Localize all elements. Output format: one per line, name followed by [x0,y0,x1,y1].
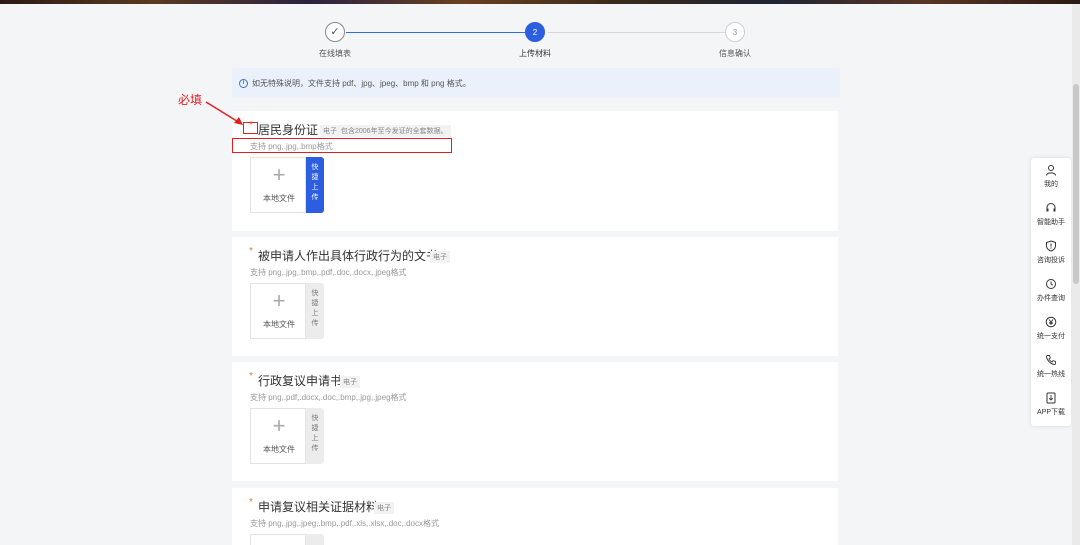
local-file-upload-button[interactable]: + 本地文件 [250,283,306,339]
step-number: 2 [525,22,545,42]
material-card-administrative-document: * 被申请人作出具体行政行为的文书 电子 支持 png,.jpg,.bmp,.p… [232,237,838,356]
right-service-sidebar: 我的 智能助手 咨询投诉 办件查询 统一支付 统一热线 APP下载 [1031,158,1071,426]
local-file-upload-button[interactable]: + 本地文件 [250,408,306,464]
headset-icon [1046,203,1056,212]
required-marker: * [249,371,253,382]
material-title: 行政复议申请书 [258,374,343,388]
scrollbar-thumb[interactable] [1073,84,1079,284]
step-confirm-info: 3 信息确认 [690,22,780,59]
format-notice: i 如无特殊说明，文件支持 pdf、jpg、jpeg、bmp 和 png 格式。 [232,68,840,98]
sidebar-label: 我的 [1044,181,1058,188]
shield-icon [1046,240,1056,252]
check-icon: ✓ [325,22,345,42]
plus-icon: + [272,413,286,438]
plus-icon: + [272,162,286,187]
sidebar-item-consult[interactable]: 咨询投诉 [1031,240,1071,265]
progress-steps: ✓ 在线填表 2 上传材料 3 信息确认 [230,20,840,65]
quick-upload-button[interactable] [306,534,324,545]
sidebar-label: 咨询投诉 [1037,257,1065,264]
step-upload-materials: 2 上传材料 [490,22,580,59]
electronic-tag: 电子 [374,502,394,514]
step-label: 信息确认 [719,49,751,58]
electronic-tag: 电子 [320,125,340,137]
electronic-tag: 电子 [430,251,450,263]
sidebar-label: 智能助手 [1037,219,1065,226]
format-hint: 支持 png,.jpg,.bmp,.pdf,.doc,.docx,.jpeg格式 [250,268,407,277]
sidebar-item-mine[interactable]: 我的 [1031,164,1071,189]
upload-label: 本地文件 [263,445,295,454]
material-card-evidence: * 申请复议相关证据材料 电子 支持 png,.jpg,.jpeg,.bmp,.… [232,488,838,545]
material-card-id-card: * 居民身份证 电子 包含2006年至今发证的全套数据。 支持 png,.jpg… [232,111,838,231]
upload-label: 本地文件 [263,194,295,203]
format-hint: 支持 png,.jpg,.jpeg,.bmp,.pdf,.xls,.xlsx,.… [250,519,439,528]
annotation-box-format-hint [232,138,452,153]
electronic-tag: 电子 [340,376,360,388]
step-label: 在线填表 [319,49,351,58]
quick-upload-button[interactable]: 快捷上传 [306,157,324,213]
notice-text: 如无特殊说明，文件支持 pdf、jpg、jpeg、bmp 和 png 格式。 [252,79,471,88]
material-note: 包含2006年至今发证的全套数据。 [338,125,451,137]
required-annotation-label: 必填 [178,93,203,107]
sidebar-item-payment[interactable]: 统一支付 [1031,316,1071,341]
material-card-review-application: * 行政复议申请书 电子 支持 png,.pdf,.docx,.doc,.bmp… [232,362,838,481]
required-marker: * [249,497,253,508]
download-icon [1046,392,1056,404]
upload-label: 本地文件 [263,320,295,329]
sidebar-item-hotline[interactable]: 统一热线 [1031,354,1071,379]
step-label: 上传材料 [519,49,551,58]
page-scrollbar[interactable] [1072,4,1080,545]
info-icon: i [239,79,248,88]
yen-icon [1045,316,1057,328]
page-content: ✓ 在线填表 2 上传材料 3 信息确认 i 如无特殊说明，文件支持 pdf、j… [0,0,1072,545]
sidebar-item-query[interactable]: 办件查询 [1031,278,1071,303]
sidebar-label: 统一支付 [1037,333,1065,340]
format-hint: 支持 png,.pdf,.docx,.doc,.bmp,.jpg,.jpeg格式 [250,393,407,402]
phone-icon [1046,355,1056,365]
sidebar-label: 统一热线 [1037,371,1065,378]
local-file-upload-button[interactable] [250,534,306,545]
annotation-box-required-marker [243,122,258,134]
step-fill-form[interactable]: ✓ 在线填表 [290,22,380,59]
material-title: 居民身份证 [258,123,319,137]
sidebar-item-assistant[interactable]: 智能助手 [1031,202,1071,227]
material-title: 申请复议相关证据材料 [258,500,379,514]
material-title: 被申请人作出具体行政行为的文书 [258,249,439,263]
user-icon [1046,165,1056,176]
step-number: 3 [725,22,745,42]
sidebar-item-app-download[interactable]: APP下载 [1031,392,1071,417]
quick-upload-button[interactable]: 快捷上传 [306,408,324,464]
quick-upload-button[interactable]: 快捷上传 [306,283,324,339]
sidebar-label: 办件查询 [1037,295,1065,302]
plus-icon: + [272,288,286,313]
sidebar-label: APP下载 [1036,409,1065,416]
local-file-upload-button[interactable]: + 本地文件 [250,157,306,213]
clock-icon [1046,279,1056,289]
required-marker: * [249,246,253,257]
